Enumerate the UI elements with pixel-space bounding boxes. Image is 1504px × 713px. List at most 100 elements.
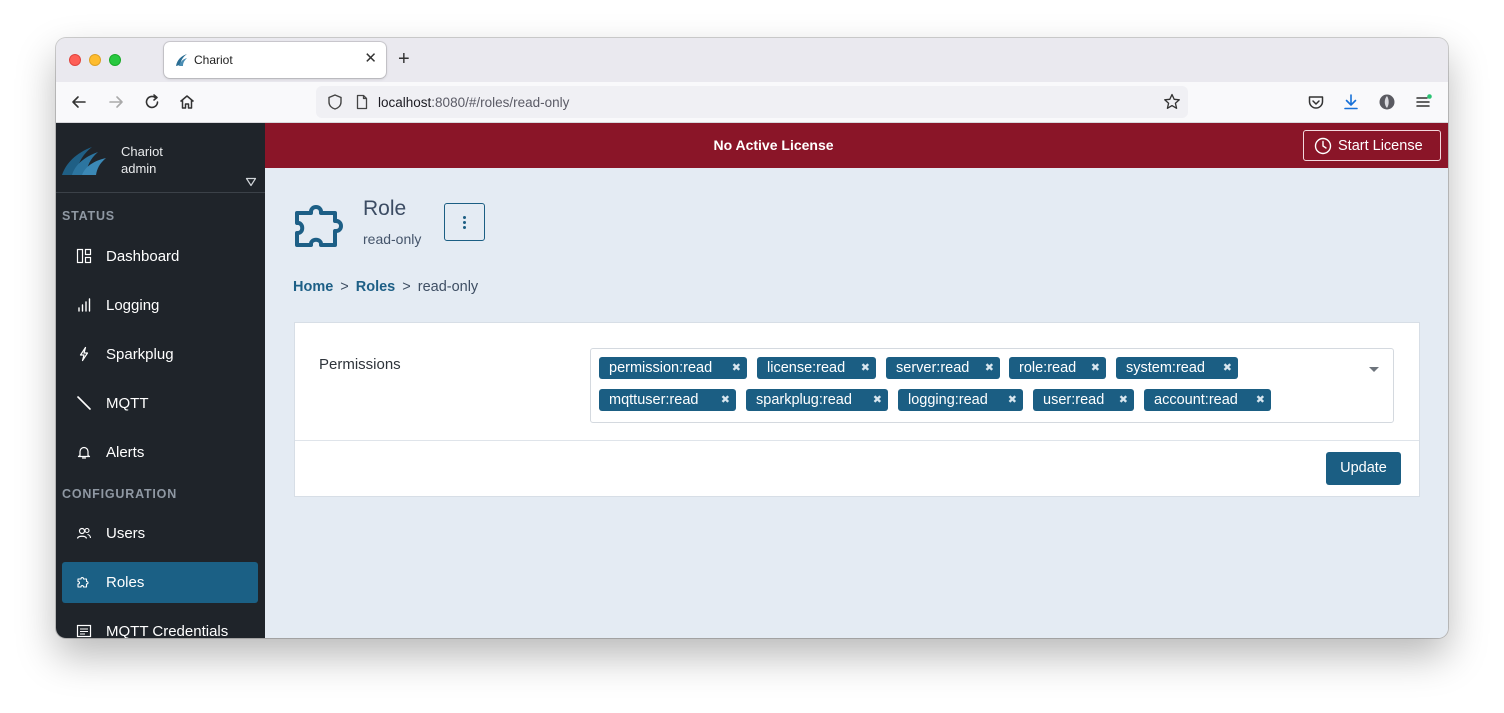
status-section-heading: STATUS [62,209,115,223]
permission-chip: permission:read ✖ [599,357,747,379]
kebab-dot [463,216,466,219]
sidebar-item-sparkplug[interactable]: Sparkplug [62,334,258,375]
sidebar-item-logging[interactable]: Logging [62,285,258,326]
shield-icon[interactable] [326,93,344,111]
permission-chip: license:read ✖ [757,357,876,379]
permission-chip: user:read ✖ [1033,389,1134,411]
remove-chip-icon[interactable]: ✖ [732,361,741,374]
browser-toolbar: localhost:8080/#/roles/read-only [56,82,1448,123]
remove-chip-icon[interactable]: ✖ [985,361,994,374]
browser-window: Chariot ✕ + localhost:8080/#/roles/read-… [56,38,1448,638]
sidebar-item-dashboard[interactable]: Dashboard [62,236,258,277]
sidebar-item-users[interactable]: Users [62,513,258,554]
start-license-label: Start License [1338,138,1423,154]
pocket-icon[interactable] [1306,92,1326,112]
sidebar-item-alerts[interactable]: Alerts [62,432,258,473]
app-name: Chariot [121,144,163,159]
url-bar[interactable]: localhost:8080/#/roles/read-only [316,86,1188,118]
sidebar-item-label: Sparkplug [106,346,174,363]
puzzle-icon [77,576,89,588]
home-icon[interactable] [177,92,197,112]
remove-chip-icon[interactable]: ✖ [1119,393,1128,406]
sidebar-item-label: MQTT [106,395,149,412]
back-arrow-icon[interactable] [69,92,89,112]
page-subtitle: read-only [363,231,422,247]
remove-chip-icon[interactable]: ✖ [1091,361,1100,374]
start-license-button[interactable]: Start License [1303,130,1441,161]
page-title: Role [363,197,407,220]
url-text[interactable]: localhost:8080/#/roles/read-only [378,95,569,110]
permission-chip: server:read ✖ [886,357,1000,379]
permissions-multiselect[interactable]: permission:read ✖ license:read ✖ server:re… [590,348,1394,423]
breadcrumb-roles[interactable]: Roles [356,279,396,295]
sidebar-item-label: MQTT Credentials [106,623,229,638]
user-name: admin [121,161,157,176]
kebab-dot [463,226,466,229]
breadcrumb-separator: > [402,279,411,295]
card-divider [295,440,1419,441]
sidebar-item-label: Logging [106,297,160,314]
update-button[interactable]: Update [1326,452,1401,485]
downloads-icon[interactable] [1341,92,1361,112]
license-banner-text: No Active License [713,137,834,153]
sidebar-item-label: Roles [106,574,145,591]
sidebar-item-mqtt-credentials[interactable]: MQTT Credentials [62,611,258,638]
sidebar-item-mqtt[interactable]: MQTT [62,383,258,424]
bookmark-star-icon[interactable] [1162,92,1182,112]
permission-chip: role:read ✖ [1009,357,1106,379]
maximize-window-button[interactable] [109,54,121,66]
reload-icon[interactable] [142,92,162,112]
breadcrumb-current: read-only [417,279,479,295]
user-menu[interactable]: Chariot admin [56,123,265,193]
configuration-section-heading: CONFIGURATION [62,487,178,501]
main-panel: No Active License Start License Role rea… [265,123,1448,638]
remove-chip-icon[interactable]: ✖ [721,393,730,406]
forward-arrow-icon[interactable] [106,92,126,112]
users-icon [76,527,92,539]
lightning-icon [79,346,89,362]
tab-title: Chariot [194,53,233,67]
new-tab-icon[interactable]: + [398,49,410,69]
app-content: Chariot admin STATUS Dashboard Logging S… [56,123,1448,638]
permission-chip: system:read ✖ [1116,357,1238,379]
kebab-dot [463,221,466,224]
clock-icon [1314,137,1332,155]
chevron-down-icon[interactable] [245,177,257,187]
breadcrumb-home[interactable]: Home [293,279,333,295]
remove-chip-icon[interactable]: ✖ [1008,393,1017,406]
puzzle-icon [295,205,343,247]
sidebar: Chariot admin STATUS Dashboard Logging S… [56,123,265,638]
dashboard-icon [76,248,92,264]
bell-icon [77,446,91,459]
dropdown-caret-icon[interactable] [1369,367,1379,372]
bar-chart-icon [78,298,91,312]
remove-chip-icon[interactable]: ✖ [1256,393,1265,406]
credentials-icon [76,624,92,638]
permission-chip: mqttuser:read ✖ [599,389,736,411]
tab-close-icon[interactable]: ✕ [364,50,377,68]
chariot-logo-icon [62,147,106,175]
page-icon [356,94,368,110]
tab-strip: Chariot ✕ + [56,38,1448,82]
license-banner: No Active License Start License [265,123,1448,168]
menu-icon[interactable] [1413,92,1433,112]
minimize-window-button[interactable] [89,54,101,66]
permission-chip: sparkplug:read ✖ [746,389,888,411]
extension-icon[interactable] [1377,92,1397,112]
remove-chip-icon[interactable]: ✖ [1223,361,1232,374]
sidebar-item-roles[interactable]: Roles [62,562,258,603]
sidebar-item-label: Alerts [106,444,145,461]
more-options-button[interactable] [444,203,485,241]
close-window-button[interactable] [69,54,81,66]
permission-chip: logging:read ✖ [898,389,1023,411]
breadcrumb: Home > Roles > read-only [293,279,478,295]
sidebar-item-label: Users [106,525,146,542]
remove-chip-icon[interactable]: ✖ [861,361,870,374]
breadcrumb-separator: > [340,279,349,295]
remove-chip-icon[interactable]: ✖ [873,393,882,406]
role-form-card: Permissions permission:read ✖ license:rea… [294,322,1420,497]
mqtt-icon [77,396,91,410]
browser-tab[interactable]: Chariot ✕ [164,42,386,78]
chariot-favicon-icon [176,54,187,66]
permission-chip: account:read ✖ [1144,389,1271,411]
